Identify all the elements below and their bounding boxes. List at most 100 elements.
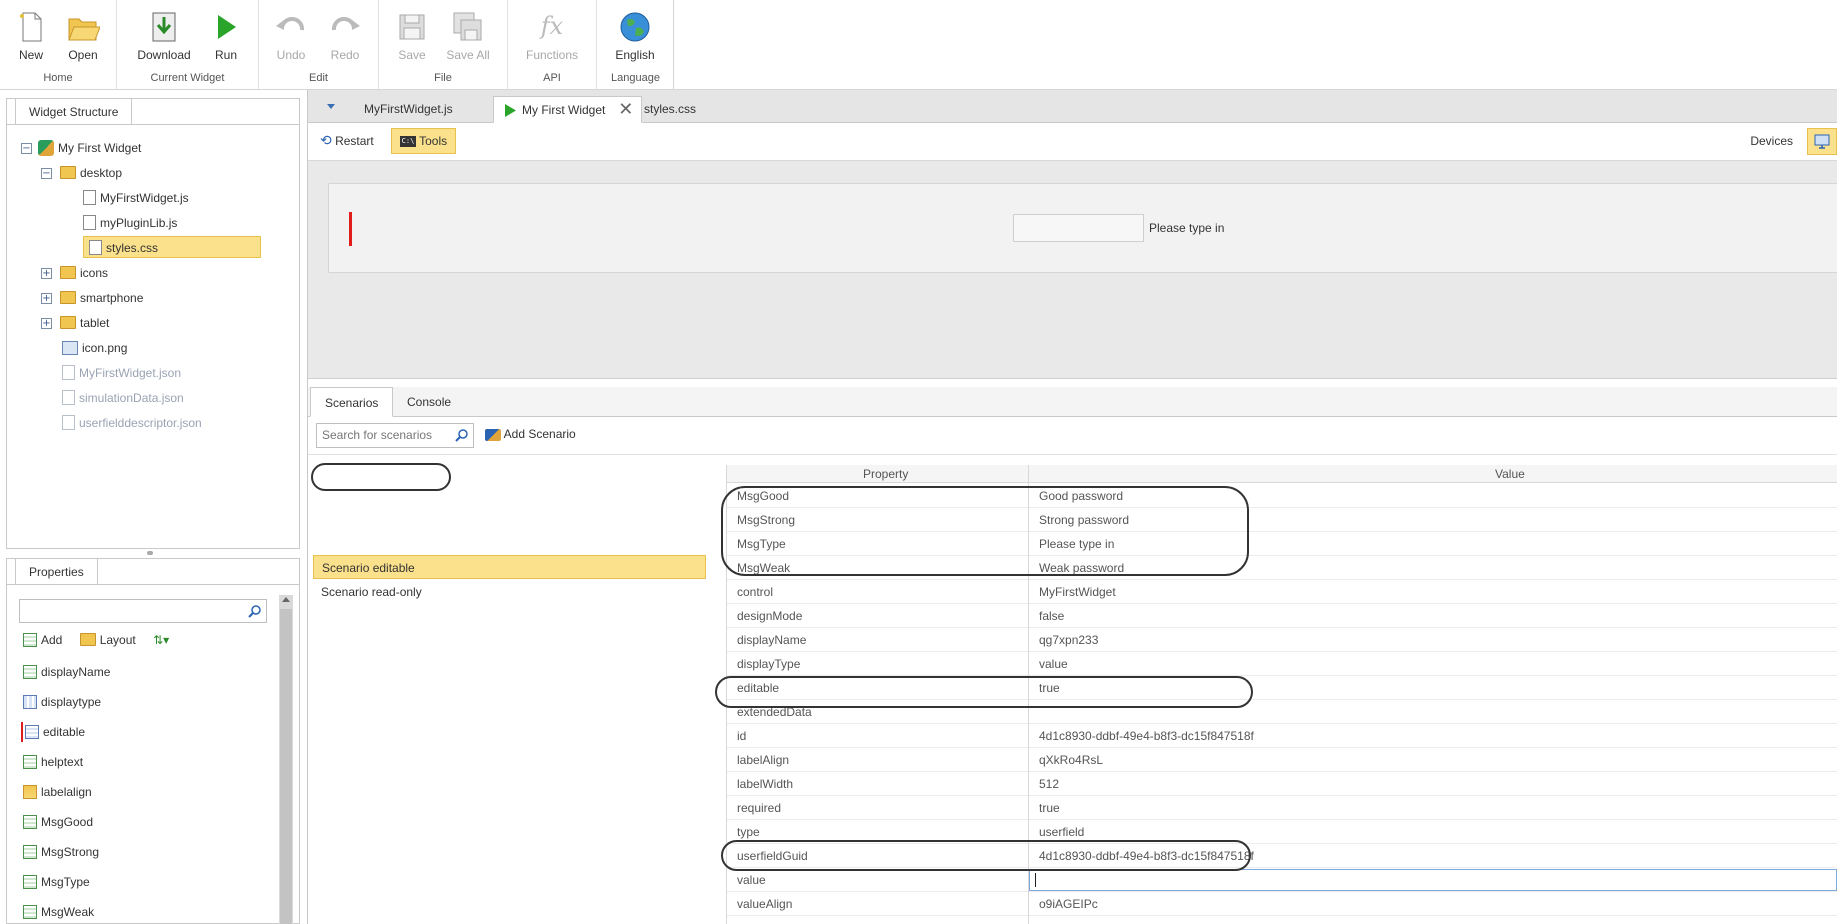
password-hint: Please type in <box>1149 221 1225 235</box>
tab-scenarios[interactable]: Scenarios <box>310 387 394 417</box>
tree-node-myfirstwidget-js[interactable]: MyFirstWidget.js <box>83 187 189 209</box>
scrollbar-thumb[interactable] <box>280 609 292 924</box>
grid-row-value[interactable]: value <box>727 868 1837 892</box>
panel-splitter-handle[interactable] <box>147 551 153 555</box>
tab-my-first-widget[interactable]: My First Widget ✕ <box>493 96 643 123</box>
scenario-item-editable[interactable]: Scenario editable <box>313 555 706 579</box>
grid-row-userfieldguid[interactable]: userfieldGuid 4d1c8930-ddbf-49e4-b8f3-dc1… <box>727 844 1837 868</box>
grid-row-displaytype[interactable]: displayType value <box>727 652 1837 676</box>
tab-list-dropdown-icon[interactable] <box>327 104 335 109</box>
tree-node-smartphone[interactable]: smartphone <box>60 287 143 309</box>
grid-row-designmode[interactable]: designMode false <box>727 604 1837 628</box>
property-value[interactable]: true <box>1039 681 1060 695</box>
english-button[interactable]: English <box>606 8 664 68</box>
property-value[interactable]: 4d1c8930-ddbf-49e4-b8f3-dc15f847518f <box>1039 729 1254 743</box>
grid-row-valuealign[interactable]: valueAlign o9iAGEIPc <box>727 892 1837 916</box>
tree-node-simulationdata-json[interactable]: simulationData.json <box>62 387 184 409</box>
column-separator[interactable] <box>1028 465 1029 924</box>
property-value[interactable]: Good password <box>1039 489 1123 503</box>
save-button[interactable]: Save <box>383 8 441 68</box>
save-all-button[interactable]: Save All <box>439 8 497 68</box>
property-item[interactable]: MsgWeak <box>23 902 94 922</box>
grid-row-labelwidth[interactable]: labelWidth 512 <box>727 772 1837 796</box>
tree-node-my-first-widget[interactable]: My First Widget <box>38 137 141 159</box>
restart-button[interactable]: ⟲ Restart <box>320 133 374 149</box>
property-value[interactable]: Strong password <box>1039 513 1129 527</box>
scenario-search-input[interactable]: Search for scenarios <box>316 423 474 448</box>
property-value[interactable]: Please type in <box>1039 537 1114 551</box>
scroll-up-icon[interactable] <box>282 597 290 602</box>
property-item[interactable]: displayName <box>23 662 110 682</box>
property-value[interactable]: 512 <box>1039 777 1059 791</box>
property-value[interactable]: o9iAGEIPc <box>1039 897 1098 911</box>
table-icon <box>23 694 37 709</box>
tab-styles-css[interactable]: styles.css <box>632 96 708 123</box>
grid-row-msggood[interactable]: MsgGood Good password <box>727 484 1837 508</box>
tree-node-icons[interactable]: icons <box>60 262 108 284</box>
run-button[interactable]: Run <box>197 8 255 68</box>
property-value[interactable]: MyFirstWidget <box>1039 585 1116 599</box>
grid-row-displayname[interactable]: displayName qg7xpn233 <box>727 628 1837 652</box>
tab-myfirstwidget-js[interactable]: MyFirstWidget.js <box>352 96 465 123</box>
collapse-toggle[interactable]: − <box>41 168 52 179</box>
tab-widget-structure[interactable]: Widget Structure <box>15 98 133 125</box>
open-button[interactable]: Open <box>54 8 112 68</box>
add-scenario-button[interactable]: Add Scenario <box>485 427 576 441</box>
expand-toggle[interactable]: + <box>41 293 52 304</box>
tree-node-icon-png[interactable]: icon.png <box>62 337 127 359</box>
property-key: control <box>737 585 774 599</box>
value-edit-input[interactable] <box>1029 869 1837 891</box>
property-value[interactable]: true <box>1039 801 1060 815</box>
download-button[interactable]: Download <box>135 8 193 68</box>
property-value[interactable]: 4d1c8930-ddbf-49e4-b8f3-dc15f847518f <box>1039 849 1254 863</box>
device-desktop-button[interactable] <box>1807 128 1837 155</box>
property-item[interactable]: helptext <box>23 752 83 772</box>
functions-button[interactable]: fx Functions <box>517 8 587 68</box>
collapse-toggle[interactable]: − <box>21 143 32 154</box>
tab-properties[interactable]: Properties <box>15 558 98 585</box>
grid-row-labelalign[interactable]: labelAlign qXkRo4RsL <box>727 748 1837 772</box>
grid-row-id[interactable]: id 4d1c8930-ddbf-49e4-b8f3-dc15f847518f <box>727 724 1837 748</box>
grid-row-msgtype[interactable]: MsgType Please type in <box>727 532 1837 556</box>
property-value[interactable]: qg7xpn233 <box>1039 633 1098 647</box>
new-button[interactable]: New <box>2 8 60 68</box>
property-item[interactable]: labelalign <box>23 782 92 802</box>
property-value[interactable]: false <box>1039 609 1064 623</box>
property-item-editable[interactable]: editable <box>21 722 85 742</box>
scenario-item-read-only[interactable]: Scenario read-only <box>313 580 706 604</box>
tools-button[interactable]: C:\ Tools <box>391 128 457 154</box>
sort-dropdown[interactable]: ⇅▾ <box>153 633 169 647</box>
tree-node-myfirstwidget-json[interactable]: MyFirstWidget.json <box>62 362 181 384</box>
property-item[interactable]: MsgType <box>23 872 90 892</box>
tree-node-styles-css[interactable]: styles.css <box>83 236 261 258</box>
expand-toggle[interactable]: + <box>41 268 52 279</box>
grid-row-required[interactable]: required true <box>727 796 1837 820</box>
property-value[interactable]: value <box>1039 657 1068 671</box>
grid-row-msgweak[interactable]: MsgWeak Weak password <box>727 556 1837 580</box>
tree-node-userfielddescriptor-json[interactable]: userfielddescriptor.json <box>62 412 202 434</box>
layout-button[interactable]: Layout <box>79 633 136 647</box>
tree-node-mypluginlib-js[interactable]: myPluginLib.js <box>83 212 177 234</box>
property-item[interactable]: MsgGood <box>23 812 93 832</box>
password-input[interactable] <box>1013 214 1144 242</box>
tree-node-tablet[interactable]: tablet <box>60 312 109 334</box>
tab-console[interactable]: Console <box>393 387 465 417</box>
grid-row-extendeddata[interactable]: extendedData <box>727 700 1837 724</box>
grid-row-msgstrong[interactable]: MsgStrong Strong password <box>727 508 1837 532</box>
undo-button[interactable]: Undo <box>262 8 320 68</box>
expand-toggle[interactable]: + <box>41 318 52 329</box>
property-value[interactable]: qXkRo4RsL <box>1039 753 1103 767</box>
property-item[interactable]: displaytype <box>23 692 101 712</box>
redo-button[interactable]: Redo <box>316 8 374 68</box>
properties-scrollbar[interactable] <box>279 595 293 924</box>
property-item[interactable]: MsgStrong <box>23 842 99 862</box>
tree-node-desktop[interactable]: desktop <box>60 162 122 184</box>
property-value[interactable]: Weak password <box>1039 561 1124 575</box>
grid-row-control[interactable]: control MyFirstWidget <box>727 580 1837 604</box>
grid-row-type[interactable]: type userfield <box>727 820 1837 844</box>
properties-search-input[interactable] <box>19 599 267 623</box>
add-property-button[interactable]: Add <box>23 632 62 647</box>
sort-icon: ⇅▾ <box>153 633 170 647</box>
grid-row-editable[interactable]: editable true <box>727 676 1837 700</box>
property-value[interactable]: userfield <box>1039 825 1084 839</box>
